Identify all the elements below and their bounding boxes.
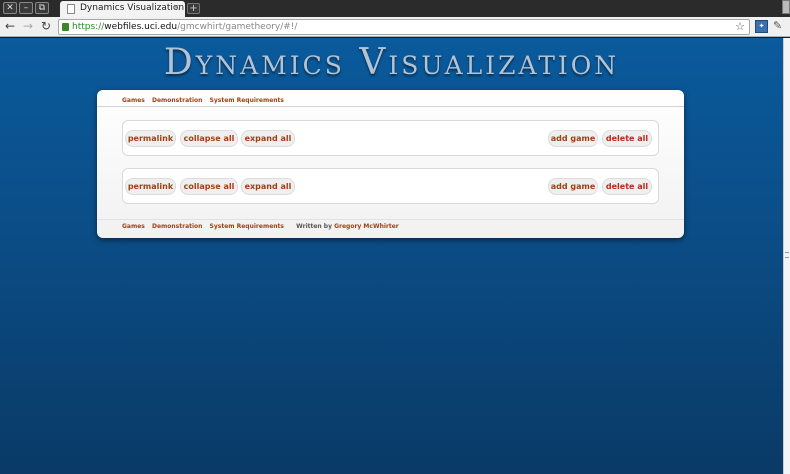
url-scheme: https:// [72, 22, 105, 32]
tab-strip: ✕ – ⧉ Dynamics Visualization × + [0, 0, 790, 17]
browser-toolbar: ← → ↻ https://webfiles.uci.edu/gmcwhirt/… [0, 17, 790, 37]
window-restore-button[interactable]: ⧉ [35, 2, 49, 14]
page-title: Dynamics Visualization [163, 42, 620, 83]
star-icon[interactable]: ☆ [735, 20, 745, 34]
page-icon [67, 4, 75, 14]
game-toolbar: permalink collapse all expand all add ga… [122, 168, 659, 204]
expand-all-button[interactable]: expand all [241, 130, 295, 147]
page-scrollbar[interactable] [783, 38, 790, 474]
collapse-all-button[interactable]: collapse all [180, 130, 238, 147]
divider [97, 219, 684, 220]
footer-system-requirements-link[interactable]: System Requirements [210, 223, 284, 230]
credit-prefix: Written by [296, 223, 332, 230]
page-content: Dynamics Visualization Games Demonstrati… [0, 38, 783, 474]
add-game-button[interactable]: add game [548, 130, 598, 147]
address-bar[interactable]: https://webfiles.uci.edu/gmcwhirt/gameth… [58, 19, 750, 35]
delete-all-button[interactable]: delete all [602, 178, 652, 195]
nav-system-requirements-link[interactable]: System Requirements [210, 97, 284, 104]
footer-games-link[interactable]: Games [122, 223, 145, 230]
collapse-all-button[interactable]: collapse all [180, 178, 238, 195]
reload-icon[interactable]: ↻ [39, 19, 53, 33]
browser-tab[interactable]: Dynamics Visualization × [60, 1, 185, 17]
nav-demonstration-link[interactable]: Demonstration [152, 97, 202, 104]
nav-games-link[interactable]: Games [122, 97, 145, 104]
main-panel: Games Demonstration System Requirements … [97, 90, 684, 238]
extension-icon[interactable]: ✦ [755, 20, 768, 33]
back-icon[interactable]: ← [3, 19, 17, 33]
window-minimize-button[interactable]: – [19, 2, 33, 14]
footer-nav: Games Demonstration System Requirements … [122, 221, 399, 233]
new-tab-button[interactable]: + [187, 3, 200, 14]
scrollbar-grip[interactable] [785, 252, 789, 258]
tab-title: Dynamics Visualization [80, 3, 185, 13]
footer-demonstration-link[interactable]: Demonstration [152, 223, 202, 230]
wrench-icon[interactable]: ✎ [773, 19, 782, 32]
game-toolbar: permalink collapse all expand all add ga… [122, 120, 659, 156]
add-game-button[interactable]: add game [548, 178, 598, 195]
tab-close-icon[interactable]: × [172, 1, 180, 16]
delete-all-button[interactable]: delete all [602, 130, 652, 147]
url-host: webfiles.uci.edu [104, 22, 178, 32]
divider [97, 106, 684, 107]
window-corner-handle[interactable] [782, 0, 790, 14]
lock-icon [62, 23, 69, 31]
window-close-button[interactable]: ✕ [3, 2, 17, 14]
url-path: /gmcwhirt/gametheory/#!/ [177, 22, 298, 32]
permalink-button[interactable]: permalink [125, 130, 176, 147]
forward-icon[interactable]: → [21, 19, 35, 33]
credit-text: Written by Gregory McWhirter [296, 223, 399, 230]
author-link[interactable]: Gregory McWhirter [334, 223, 399, 230]
permalink-button[interactable]: permalink [125, 178, 176, 195]
expand-all-button[interactable]: expand all [241, 178, 295, 195]
